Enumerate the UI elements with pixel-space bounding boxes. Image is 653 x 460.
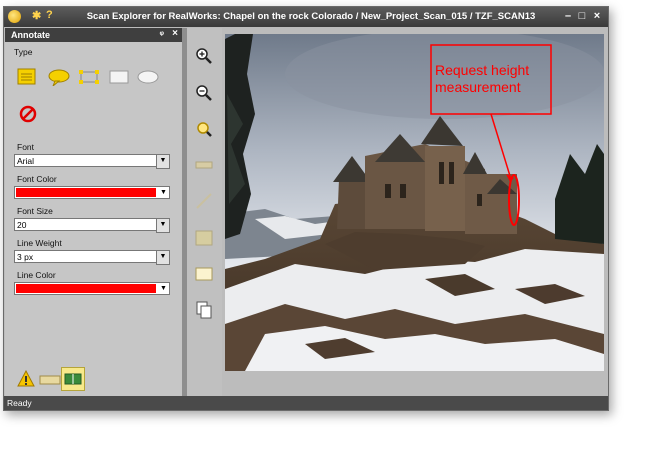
line-weight-value: 3 px (17, 252, 34, 262)
line-weight-select[interactable]: 3 px ▼ (14, 250, 170, 265)
note-icon[interactable] (16, 68, 38, 86)
copy-icon[interactable] (195, 301, 213, 319)
view-toolbar (187, 28, 222, 410)
close-button[interactable]: × (591, 10, 603, 23)
chevron-down-icon[interactable]: ▼ (156, 250, 170, 265)
line-color-picker[interactable]: ▼ (14, 282, 170, 295)
chevron-down-icon[interactable]: ▼ (156, 218, 170, 233)
callout-icon[interactable] (47, 68, 71, 86)
book-button[interactable] (61, 367, 85, 391)
settings-gear-icon[interactable]: ✱ (32, 9, 41, 22)
panel-close-icon[interactable]: × (172, 28, 178, 39)
annotation-ellipse[interactable] (508, 174, 520, 226)
font-label: Font (17, 142, 35, 152)
line-color-swatch (16, 284, 156, 293)
font-size-select[interactable]: 20 ▼ (14, 218, 170, 233)
measure-icon (195, 161, 213, 169)
status-bar: Ready (4, 396, 608, 410)
polyline-icon[interactable] (77, 68, 101, 86)
image-icon[interactable] (195, 265, 213, 283)
chevron-down-icon[interactable]: ▼ (158, 283, 169, 294)
delete-icon[interactable] (19, 105, 37, 123)
panel-title: Annotate (11, 30, 50, 40)
app-logo-icon (8, 10, 21, 23)
status-text: Ready (7, 398, 32, 408)
annotation-overlay (430, 44, 552, 226)
font-size-label: Font Size (17, 206, 53, 216)
line-weight-label: Line Weight (17, 238, 62, 248)
type-label: Type (14, 47, 33, 57)
chevron-down-icon[interactable]: ▼ (158, 187, 169, 198)
scan-image-viewer[interactable]: Request height measurement (225, 34, 604, 371)
pin-icon[interactable]: ᵠ (160, 29, 164, 39)
title-bar[interactable]: ✱ ? Scan Explorer for RealWorks: Chapel … (4, 7, 608, 27)
book-icon (64, 373, 82, 385)
rectangle-icon[interactable] (108, 68, 130, 86)
font-select[interactable]: Arial ▼ (14, 154, 170, 169)
zoom-extents-icon[interactable] (195, 120, 213, 138)
annotate-panel-header: Annotate ᵠ × (5, 28, 182, 42)
font-color-picker[interactable]: ▼ (14, 186, 170, 199)
warning-icon[interactable] (17, 370, 35, 388)
help-icon[interactable]: ? (46, 9, 53, 21)
minimize-button[interactable]: – (562, 10, 574, 23)
zoom-out-icon[interactable] (195, 84, 213, 102)
ellipse-icon[interactable] (136, 68, 160, 86)
window-title: Scan Explorer for RealWorks: Chapel on t… (86, 11, 536, 22)
annotation-leader-line (490, 113, 511, 177)
annotation-text-line1: Request height (435, 62, 530, 78)
annotate-panel: Annotate ᵠ × Type Font Arial ▼ Font Colo… (5, 28, 182, 364)
zoom-in-icon[interactable] (195, 47, 213, 65)
font-color-label: Font Color (17, 174, 57, 184)
font-value: Arial (17, 156, 35, 166)
line-icon (196, 193, 212, 209)
maximize-button[interactable]: □ (576, 10, 588, 23)
font-color-swatch (16, 188, 156, 197)
chevron-down-icon[interactable]: ▼ (156, 154, 170, 169)
annotate-icon (195, 230, 213, 246)
app-window: ✱ ? Scan Explorer for RealWorks: Chapel … (3, 6, 609, 411)
line-color-label: Line Color (17, 270, 56, 280)
key-icon[interactable] (39, 374, 61, 386)
annotation-text-line2: measurement (435, 79, 521, 95)
font-size-value: 20 (17, 220, 27, 230)
annotation-text[interactable]: Request height measurement (435, 62, 529, 96)
